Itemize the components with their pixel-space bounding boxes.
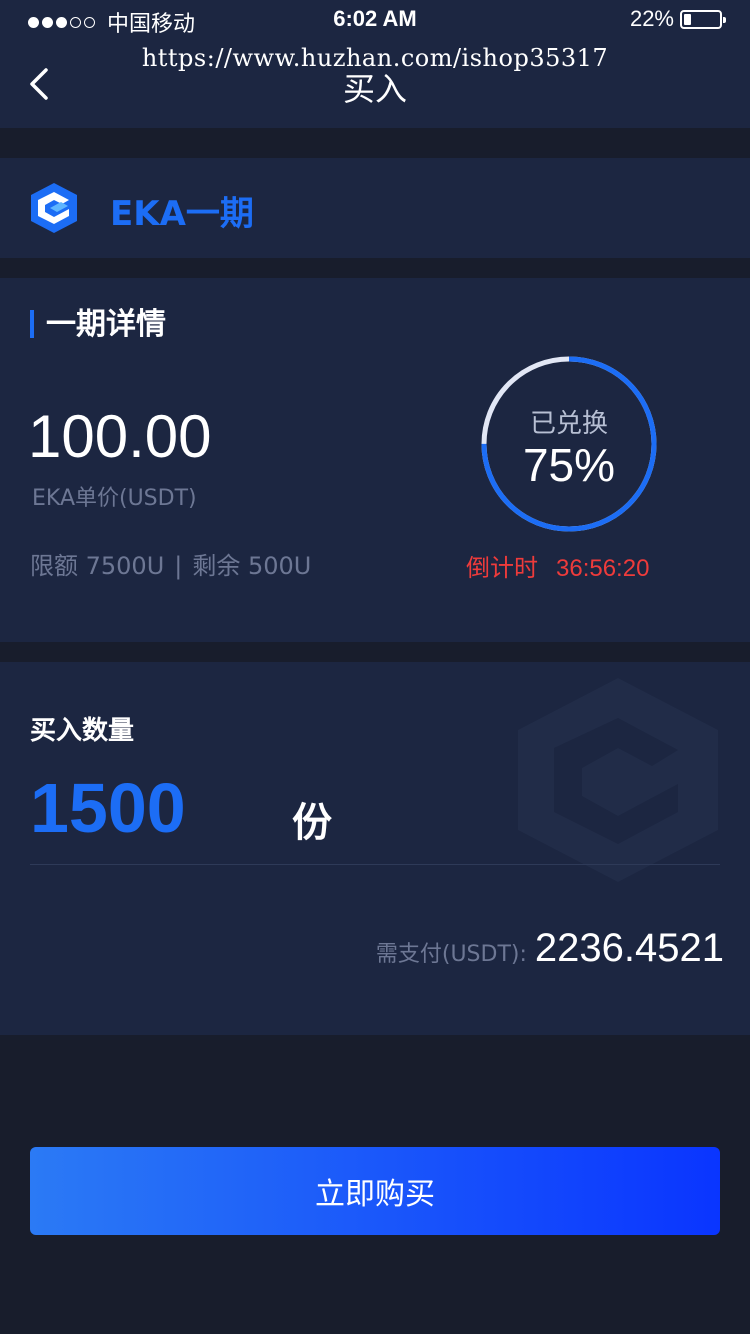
status-right: 22% (629, 6, 726, 32)
buy-panel: 买入数量 1500 份 需支付(USDT): 2236.4521 (0, 662, 750, 1035)
product-bar: EKA一期 (0, 158, 750, 258)
payment-amount: 2236.4521 (534, 926, 724, 970)
page-title: 买入 (342, 70, 407, 108)
limits-row: 限额 7500U | 剩余 500U (30, 546, 311, 581)
battery-icon (680, 9, 726, 29)
progress-value: 75% (522, 439, 616, 491)
quantity-label: 买入数量 (30, 716, 135, 746)
battery-percent: 22% (629, 6, 674, 31)
status-bar: 中国移动 6:02 AM 22% (0, 0, 750, 40)
payment-row: 需支付(USDT): 2236.4521 (376, 926, 724, 971)
eka-logo-icon (31, 183, 77, 233)
unit-price: 100.00 (28, 403, 212, 470)
product-name: EKA一期 (110, 194, 254, 234)
limit-amount: 限额 7500U (30, 552, 165, 580)
limits-separator: | (174, 552, 183, 580)
countdown-time: 36:56:20 (556, 555, 650, 582)
header: 中国移动 6:02 AM 22% https://www.huzhan.com/… (0, 0, 750, 128)
details-card: 一期详情 100.00 EKA单价(USDT) 限额 7500U | 剩余 500U… (0, 278, 750, 642)
quantity-unit: 份 (292, 800, 332, 846)
buy-now-button[interactable]: 立即购买 (30, 1147, 720, 1235)
quantity-input[interactable]: 1500 (30, 768, 186, 848)
countdown: 倒计时 36:56:20 (466, 548, 649, 583)
remaining-amount: 剩余 500U (192, 552, 312, 580)
quantity-divider (30, 864, 720, 865)
details-title: 一期详情 (30, 308, 166, 342)
countdown-label: 倒计时 (466, 554, 538, 582)
watermark-logo-icon (518, 678, 718, 882)
payment-label: 需支付(USDT): (375, 942, 527, 967)
progress-label: 已兑换 (529, 409, 608, 439)
unit-price-label: EKA单价(USDT) (32, 486, 197, 511)
battery-fill (684, 13, 692, 25)
